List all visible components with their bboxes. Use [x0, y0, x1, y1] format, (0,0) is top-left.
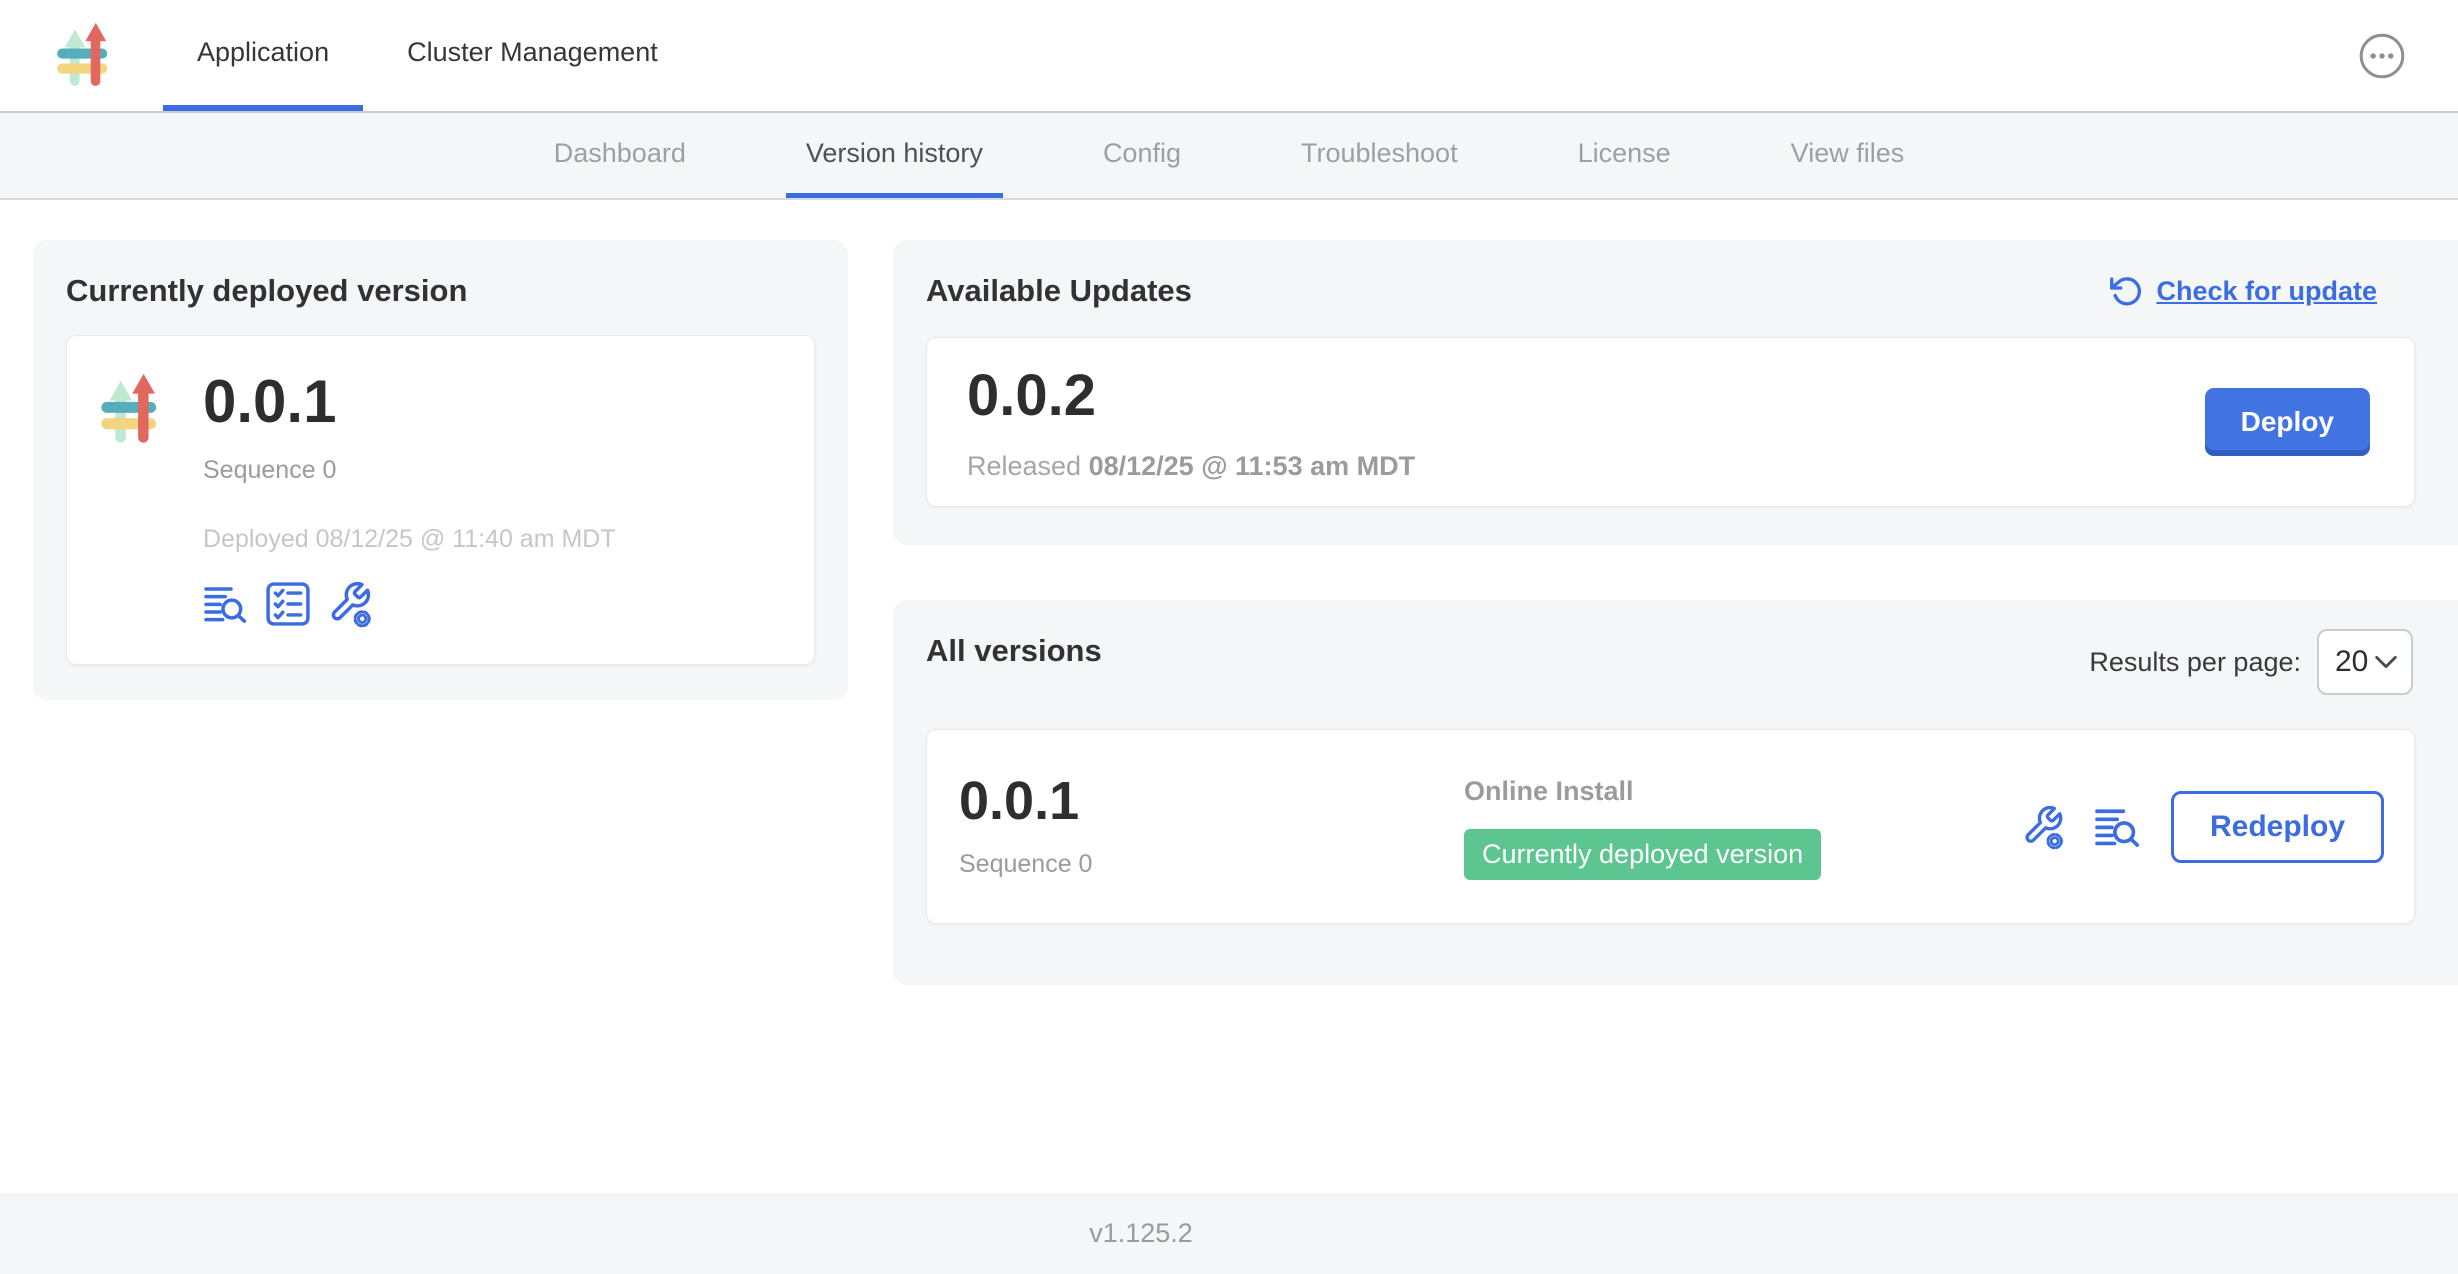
row-sequence: Sequence 0 — [959, 850, 1464, 879]
check-for-update-label: Check for update — [2156, 276, 2377, 307]
main-content: Currently deployed version 0.0.1 Sequenc… — [0, 200, 2458, 1193]
subnav-config-label: Config — [1103, 138, 1181, 169]
tab-cluster-management[interactable]: Cluster Management — [373, 0, 692, 111]
check-for-update-link[interactable]: Check for update — [2108, 273, 2377, 309]
top-header: Application Cluster Management — [0, 0, 2458, 113]
view-logs-icon — [203, 584, 249, 624]
all-versions-title: All versions — [926, 633, 1102, 669]
edit-config-button[interactable] — [2021, 804, 2065, 850]
released-prefix: Released — [967, 451, 1081, 481]
subnav-license[interactable]: License — [1558, 113, 1691, 198]
deployed-sequence: Sequence 0 — [203, 456, 616, 485]
available-updates-header: Available Updates Check for update — [926, 273, 2425, 309]
console-version: v1.125.2 — [1089, 1218, 1193, 1249]
status-badge: Currently deployed version — [1464, 829, 1821, 880]
overflow-menu-button[interactable] — [2358, 32, 2406, 80]
results-per-page-label: Results per page: — [2089, 647, 2301, 678]
all-versions-header: All versions Results per page: 20 — [926, 633, 2425, 695]
version-row-actions: Redeploy — [2021, 791, 2384, 863]
chevron-down-icon — [2375, 655, 2397, 669]
subnav-license-label: License — [1578, 138, 1671, 169]
row-version-number: 0.0.1 — [959, 770, 1464, 832]
results-per-page: Results per page: 20 — [2089, 629, 2413, 695]
subnav-dashboard[interactable]: Dashboard — [534, 113, 706, 198]
deployed-timestamp: Deployed 08/12/25 @ 11:40 am MDT — [203, 525, 616, 554]
edit-config-icon — [327, 580, 373, 628]
subnav-troubleshoot[interactable]: Troubleshoot — [1281, 113, 1478, 198]
version-row-version-block: 0.0.1 Sequence 0 — [959, 730, 1464, 879]
currently-deployed-details: 0.0.1 Sequence 0 Deployed 08/12/25 @ 11:… — [203, 368, 616, 632]
kots-admin-console: Application Cluster Management Dashboard… — [0, 0, 2458, 1274]
view-logs-icon — [2093, 806, 2143, 848]
available-updates-title: Available Updates — [926, 273, 1192, 309]
currently-deployed-inner-card: 0.0.1 Sequence 0 Deployed 08/12/25 @ 11:… — [66, 335, 815, 665]
edit-config-button[interactable] — [327, 580, 373, 628]
edit-config-icon — [2021, 804, 2065, 850]
subnav-version-history[interactable]: Version history — [786, 113, 1003, 198]
preflight-checks-icon — [265, 581, 311, 627]
subnav-view-files-label: View files — [1791, 138, 1905, 169]
tab-application-label: Application — [197, 37, 329, 68]
deployed-version-actions — [203, 580, 616, 628]
preflight-checks-button[interactable] — [265, 581, 311, 627]
all-versions-card: All versions Results per page: 20 0.0 — [893, 600, 2458, 985]
update-version-number: 0.0.2 — [967, 362, 2374, 429]
version-row: 0.0.1 Sequence 0 Online Install Currentl… — [926, 729, 2415, 924]
install-type: Online Install — [1464, 776, 1821, 807]
subnav-config[interactable]: Config — [1083, 113, 1201, 198]
results-per-page-select[interactable]: 20 — [2317, 629, 2413, 695]
header-tabs: Application Cluster Management — [163, 0, 702, 111]
update-released-line: Released 08/12/25 @ 11:53 am MDT — [967, 451, 2374, 482]
released-date: 08/12/25 @ 11:53 am MDT — [1089, 451, 1416, 481]
subnav-version-history-label: Version history — [806, 138, 983, 169]
subnav-view-files[interactable]: View files — [1771, 113, 1925, 198]
view-logs-button[interactable] — [203, 584, 249, 624]
deployed-version-number: 0.0.1 — [203, 372, 616, 432]
view-logs-button[interactable] — [2093, 806, 2143, 848]
results-per-page-value: 20 — [2335, 645, 2368, 679]
currently-deployed-title: Currently deployed version — [66, 273, 815, 309]
subnav-dashboard-label: Dashboard — [554, 138, 686, 169]
deploy-button[interactable]: Deploy — [2205, 388, 2370, 456]
available-update-row: 0.0.2 Released 08/12/25 @ 11:53 am MDT D… — [926, 337, 2415, 507]
tab-cluster-management-label: Cluster Management — [407, 37, 658, 68]
redeploy-button[interactable]: Redeploy — [2171, 791, 2384, 863]
available-updates-card: Available Updates Check for update 0.0.2… — [893, 240, 2458, 545]
ellipsis-menu-icon — [2358, 32, 2406, 80]
app-logo-icon — [55, 21, 119, 91]
currently-deployed-card: Currently deployed version 0.0.1 Sequenc… — [33, 240, 848, 700]
subnav-troubleshoot-label: Troubleshoot — [1301, 138, 1458, 169]
app-logo-icon — [99, 372, 169, 448]
console-footer: v1.125.2 — [0, 1193, 2458, 1274]
app-subnav: Dashboard Version history Config Trouble… — [0, 113, 2458, 200]
right-column: Available Updates Check for update 0.0.2… — [893, 240, 2458, 985]
version-row-status-block: Online Install Currently deployed versio… — [1464, 730, 1821, 880]
refresh-icon — [2108, 273, 2144, 309]
tab-application[interactable]: Application — [163, 0, 363, 111]
